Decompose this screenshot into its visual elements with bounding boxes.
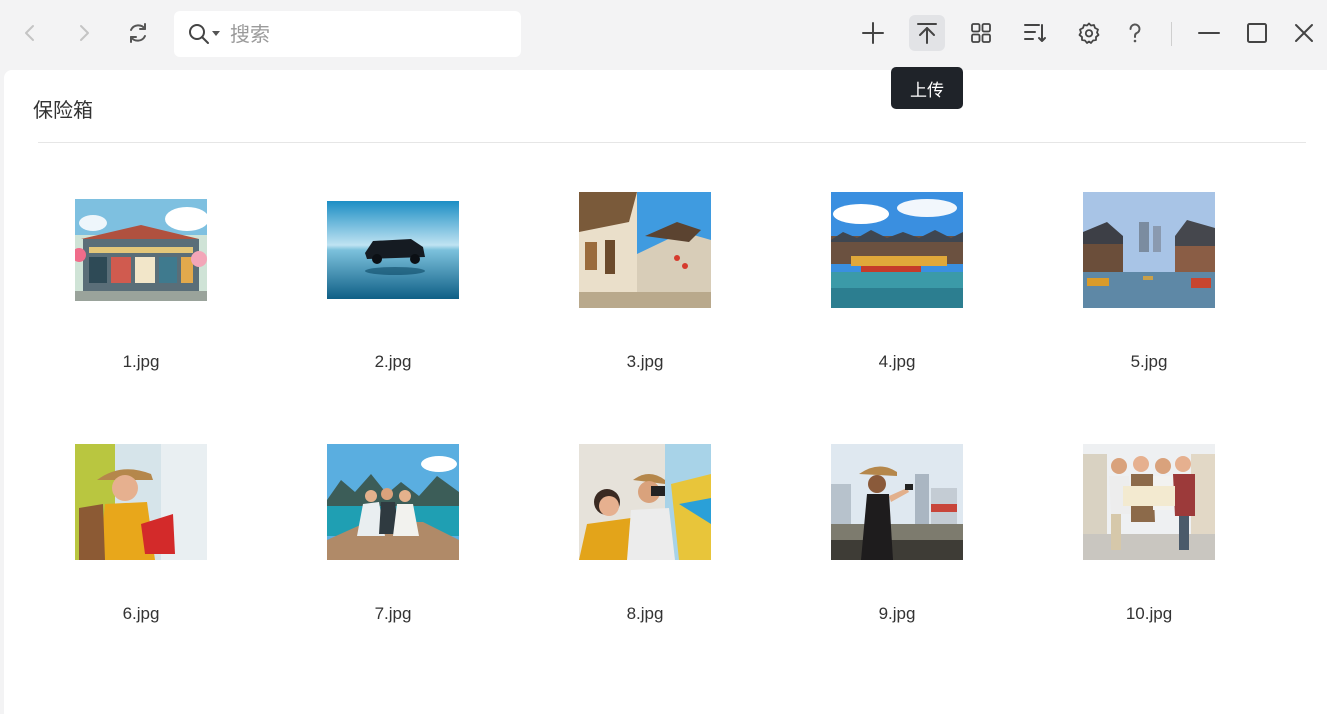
chevron-left-icon xyxy=(25,25,34,41)
file-thumbnail xyxy=(579,192,711,308)
new-button[interactable] xyxy=(855,15,891,51)
gear-icon xyxy=(1078,22,1100,44)
close-icon xyxy=(1295,24,1313,42)
forward-button[interactable] xyxy=(68,17,100,49)
file-item[interactable]: 1.jpg xyxy=(56,199,226,400)
refresh-icon xyxy=(130,23,146,43)
search-input[interactable] xyxy=(230,19,510,49)
file-item[interactable]: 3.jpg xyxy=(560,192,730,400)
back-button[interactable] xyxy=(14,17,46,49)
close-button[interactable] xyxy=(1286,15,1322,51)
title-divider xyxy=(38,142,1306,143)
title-bar xyxy=(0,0,1327,70)
file-name: 10.jpg xyxy=(1125,604,1173,623)
caret-down-icon[interactable] xyxy=(212,31,220,37)
page-title: 保险箱 xyxy=(33,98,93,122)
file-name: 6.jpg xyxy=(122,604,160,623)
file-item[interactable]: 6.jpg xyxy=(56,444,226,652)
upload-icon xyxy=(917,23,937,44)
file-thumbnail xyxy=(831,192,963,308)
view-mode-button[interactable] xyxy=(963,15,999,51)
file-thumbnail xyxy=(75,199,207,301)
refresh-button[interactable] xyxy=(122,17,154,49)
file-browser-panel: 保险箱 1.jpg 2.jpg 3.jpg 4.jpg 5.jpg 6.jpg … xyxy=(4,70,1327,714)
file-thumbnail xyxy=(1083,444,1215,560)
file-item[interactable]: 5.jpg xyxy=(1064,192,1234,400)
upload-button[interactable] xyxy=(909,15,945,51)
file-thumbnail xyxy=(831,444,963,560)
file-name: 1.jpg xyxy=(122,352,160,371)
upload-tooltip: 上传 xyxy=(891,67,963,109)
file-item[interactable]: 7.jpg xyxy=(308,444,478,652)
file-thumbnail xyxy=(327,201,459,299)
file-name: 2.jpg xyxy=(374,352,412,371)
file-item[interactable]: 8.jpg xyxy=(560,444,730,652)
file-item[interactable]: 10.jpg xyxy=(1064,444,1234,652)
file-thumbnail xyxy=(1083,192,1215,308)
file-item[interactable]: 9.jpg xyxy=(812,444,982,652)
maximize-icon xyxy=(1247,23,1267,43)
file-thumbnail xyxy=(75,444,207,560)
file-item[interactable]: 2.jpg xyxy=(308,200,478,400)
maximize-button[interactable] xyxy=(1239,15,1275,51)
file-item[interactable]: 4.jpg xyxy=(812,192,982,400)
file-name: 7.jpg xyxy=(374,604,412,623)
minimize-button[interactable] xyxy=(1191,15,1227,51)
plus-icon xyxy=(862,22,884,44)
file-name: 4.jpg xyxy=(878,352,916,371)
file-name: 9.jpg xyxy=(878,604,916,623)
minimize-icon xyxy=(1198,32,1220,34)
sort-button[interactable] xyxy=(1017,15,1053,51)
file-thumbnail xyxy=(579,444,711,560)
help-button[interactable] xyxy=(1117,15,1153,51)
toolbar-divider xyxy=(1171,22,1172,46)
search-icon xyxy=(189,24,209,44)
file-name: 8.jpg xyxy=(626,604,664,623)
file-name: 3.jpg xyxy=(626,352,664,371)
search-box[interactable] xyxy=(174,11,521,57)
file-name: 5.jpg xyxy=(1130,352,1168,371)
file-thumbnail xyxy=(327,444,459,560)
question-icon xyxy=(1129,23,1141,43)
chevron-right-icon xyxy=(80,25,89,41)
settings-button[interactable] xyxy=(1071,15,1107,51)
sort-icon xyxy=(1024,24,1046,42)
grid-view-icon xyxy=(971,23,991,43)
